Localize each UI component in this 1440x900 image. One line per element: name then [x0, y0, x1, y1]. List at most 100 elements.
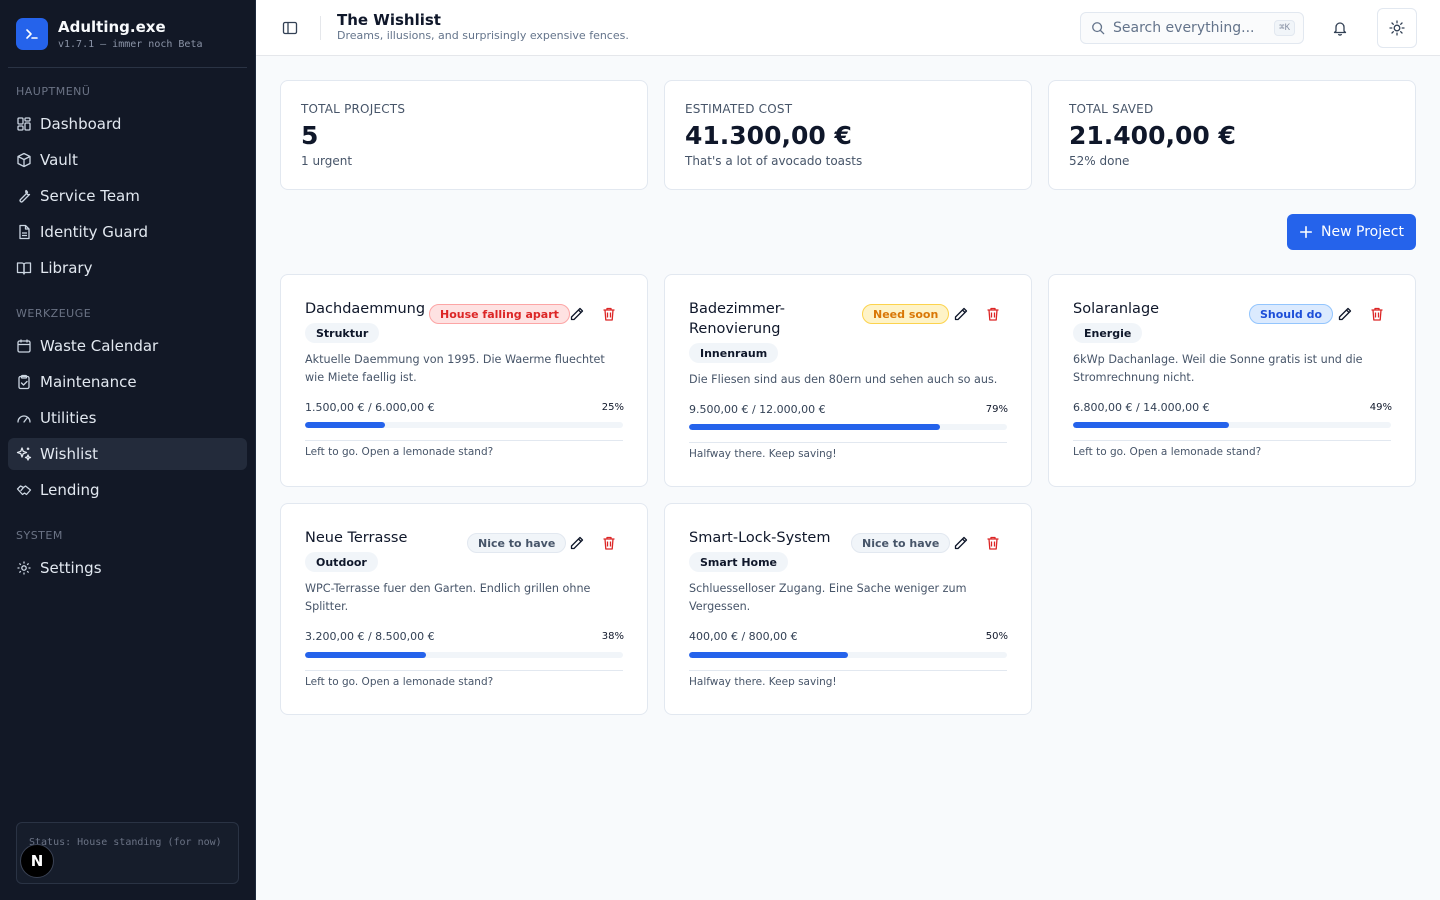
- progress-percent: 25%: [601, 402, 624, 413]
- project-description: WPC-Terrasse fuer den Garten. Endlich gr…: [305, 582, 591, 613]
- sun-icon: [1389, 20, 1405, 36]
- sidebar-item-maintenance[interactable]: Maintenance: [8, 366, 247, 398]
- edit-icon[interactable]: [951, 533, 971, 553]
- category-tag: Outdoor: [305, 552, 378, 572]
- project-description: Die Fliesen sind aus den 80ern und sehen…: [689, 373, 998, 386]
- progress-percent: 50%: [985, 631, 1008, 642]
- project-amount: 3.200,00 € / 8.500,00 €: [305, 630, 435, 643]
- edit-icon[interactable]: [951, 304, 971, 324]
- sidebar-item-label: Waste Calendar: [40, 337, 159, 355]
- document-icon: [16, 224, 32, 240]
- dashboard-icon: [16, 116, 32, 132]
- sidebar-item-vault[interactable]: Vault: [8, 144, 247, 176]
- project-amount: 1.500,00 € / 6.000,00 €: [305, 401, 435, 414]
- progress-bar: [305, 652, 623, 658]
- project-title: Solaranlage: [1073, 301, 1160, 317]
- sidebar-item-label: Identity Guard: [40, 223, 149, 241]
- sidebar-item-identity-guard[interactable]: Identity Guard: [8, 216, 247, 248]
- theme-toggle-button[interactable]: [1377, 8, 1417, 48]
- sidebar-item-label: Wishlist: [40, 445, 99, 463]
- user-avatar[interactable]: N: [20, 844, 54, 878]
- progress-bar: [689, 652, 1007, 658]
- project-description: Schluesselloser Zugang. Eine Sache wenig…: [689, 582, 967, 613]
- progress-percent: 49%: [1369, 402, 1392, 413]
- sidebar-item-dashboard[interactable]: Dashboard: [8, 108, 247, 140]
- sidebar-toggle-icon[interactable]: [278, 16, 302, 40]
- edit-icon[interactable]: [567, 304, 587, 324]
- gear-icon: [16, 560, 32, 576]
- search-icon: [1091, 21, 1105, 35]
- delete-icon[interactable]: [1367, 304, 1387, 324]
- search-box[interactable]: ⌘K: [1080, 12, 1304, 44]
- card-divider: [305, 440, 623, 441]
- sidebar-item-library[interactable]: Library: [8, 252, 247, 284]
- edit-icon[interactable]: [1335, 304, 1355, 324]
- delete-icon[interactable]: [599, 304, 619, 324]
- sidebar-item-wishlist[interactable]: Wishlist: [8, 438, 247, 470]
- page-subtitle: Dreams, illusions, and surprisingly expe…: [337, 29, 629, 42]
- delete-icon[interactable]: [983, 533, 1003, 553]
- project-title: Neue Terrasse: [305, 530, 408, 546]
- progress-bar: [305, 422, 623, 428]
- delete-icon[interactable]: [599, 533, 619, 553]
- project-title: Dachdaemmung: [305, 301, 426, 317]
- progress-percent: 38%: [601, 631, 624, 642]
- vault-icon: [16, 152, 32, 168]
- sidebar-item-label: Utilities: [40, 409, 97, 427]
- sidebar-item-label: Service Team: [40, 187, 140, 205]
- stat-card-total-projects: TOTAL PROJECTS 5 1 urgent: [280, 80, 648, 190]
- sidebar-item-lending[interactable]: Lending: [8, 474, 247, 506]
- project-card: Badezimmer-Renovierung Need soon Innenra…: [664, 274, 1032, 487]
- search-input[interactable]: [1113, 20, 1263, 36]
- sparkles-icon: [16, 446, 32, 462]
- status-text: Status: House standing (for now): [29, 837, 222, 848]
- card-divider: [1073, 440, 1391, 441]
- brand[interactable]: Adulting.exe v1.7.1 — immer noch Beta: [8, 0, 247, 68]
- nav-heading-tools: WERKZEUGE: [16, 307, 92, 320]
- project-card: Neue Terrasse Nice to have Outdoor WPC-T…: [280, 503, 648, 715]
- project-card: Dachdaemmung House falling apart Struktu…: [280, 274, 648, 487]
- progress-note: Halfway there. Keep saving!: [689, 676, 837, 688]
- card-divider: [305, 670, 623, 671]
- category-tag: Innenraum: [689, 343, 779, 363]
- sidebar-item-label: Dashboard: [40, 115, 122, 133]
- terminal-icon: [16, 17, 48, 50]
- stat-value: 5: [301, 121, 319, 150]
- sidebar-item-service-team[interactable]: Service Team: [8, 180, 247, 212]
- sidebar-item-settings[interactable]: Settings: [8, 552, 247, 584]
- page-title: The Wishlist: [337, 11, 441, 29]
- sidebar: Adulting.exe v1.7.1 — immer noch Beta HA…: [0, 0, 256, 900]
- app-version: v1.7.1 — immer noch Beta: [58, 38, 203, 50]
- priority-badge: Nice to have: [467, 533, 567, 553]
- category-tag: Energie: [1073, 323, 1143, 343]
- new-project-button[interactable]: New Project: [1287, 214, 1416, 250]
- category-tag: Struktur: [305, 323, 380, 343]
- project-amount: 6.800,00 € / 14.000,00 €: [1073, 401, 1210, 414]
- progress-note: Left to go. Open a lemonade stand?: [1073, 446, 1262, 458]
- bell-icon[interactable]: [1328, 16, 1352, 40]
- nav-heading-system: SYSTEM: [16, 529, 63, 542]
- progress-fill: [305, 652, 426, 658]
- sidebar-item-label: Settings: [40, 559, 102, 577]
- project-title: Badezimmer-Renovierung: [689, 301, 786, 337]
- search-shortcut: ⌘K: [1274, 20, 1295, 36]
- progress-bar: [1073, 422, 1391, 428]
- stat-card-estimated-cost: ESTIMATED COST 41.300,00 € That's a lot …: [664, 80, 1032, 190]
- stat-value: 21.400,00 €: [1069, 121, 1236, 150]
- progress-fill: [305, 422, 385, 428]
- edit-icon[interactable]: [567, 533, 587, 553]
- delete-icon[interactable]: [983, 304, 1003, 324]
- handshake-icon: [16, 482, 32, 498]
- priority-badge: Nice to have: [851, 533, 951, 553]
- sidebar-item-label: Lending: [40, 481, 100, 499]
- wrench-icon: [16, 188, 32, 204]
- project-amount: 400,00 € / 800,00 €: [689, 630, 798, 643]
- top-header: The Wishlist Dreams, illusions, and surp…: [256, 0, 1440, 56]
- sidebar-item-waste-calendar[interactable]: Waste Calendar: [8, 330, 247, 362]
- stat-label: ESTIMATED COST: [685, 102, 793, 116]
- new-project-label: New Project: [1321, 224, 1404, 240]
- sidebar-item-utilities[interactable]: Utilities: [8, 402, 247, 434]
- gauge-icon: [16, 410, 32, 426]
- sidebar-item-label: Library: [40, 259, 93, 277]
- progress-fill: [1073, 422, 1229, 428]
